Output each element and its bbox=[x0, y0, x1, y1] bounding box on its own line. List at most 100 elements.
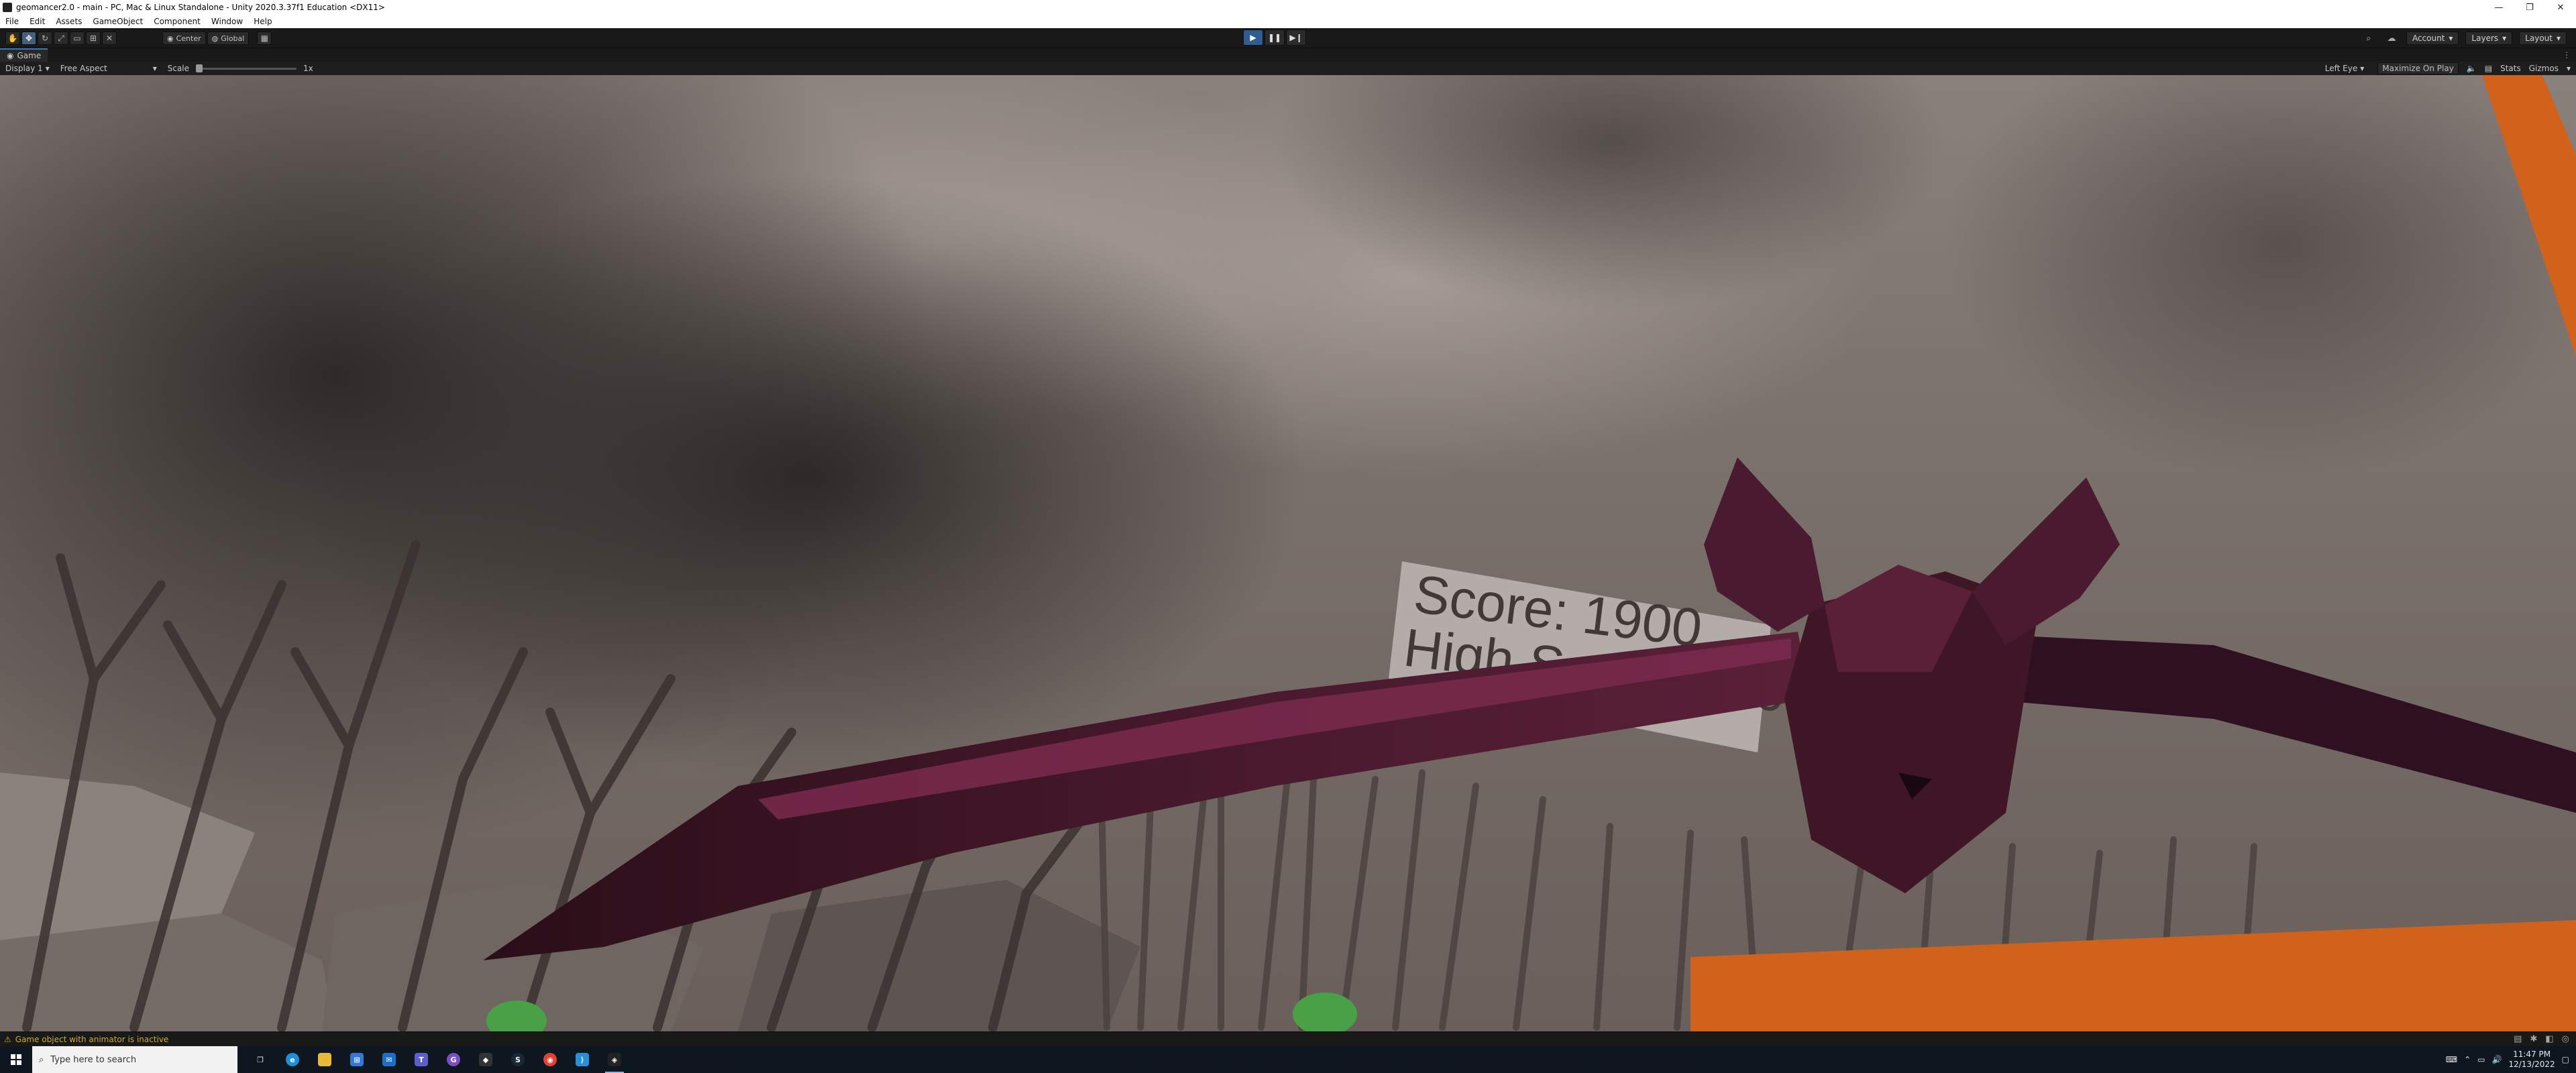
space-label: Global bbox=[221, 34, 245, 43]
cloud-icon[interactable]: ☁ bbox=[2383, 32, 2400, 45]
stats-toggle[interactable]: Stats bbox=[2500, 64, 2521, 73]
github-icon[interactable]: G bbox=[437, 1046, 470, 1073]
rotate-icon[interactable]: ↻ bbox=[38, 32, 52, 45]
aspect-dropdown[interactable]: Free Aspect ▾ bbox=[55, 64, 162, 73]
menu-file[interactable]: File bbox=[0, 17, 24, 26]
steam-icon[interactable]: S bbox=[502, 1046, 534, 1073]
play-icon[interactable]: ▶ bbox=[1243, 30, 1263, 46]
account-label: Account bbox=[2412, 34, 2445, 43]
menu-help[interactable]: Help bbox=[248, 17, 277, 26]
scale-slider[interactable] bbox=[196, 64, 297, 72]
file-explorer-icon[interactable] bbox=[309, 1046, 341, 1073]
move-icon[interactable]: ✥ bbox=[21, 32, 36, 45]
eye-dropdown[interactable]: Left Eye ▾ bbox=[2320, 64, 2370, 73]
volume-icon[interactable]: 🔊 bbox=[2492, 1055, 2502, 1064]
search-icon[interactable]: ⌕ bbox=[2361, 32, 2377, 45]
mail-icon[interactable]: ✉ bbox=[373, 1046, 405, 1073]
clock[interactable]: 11:47 PM 12/13/2022 bbox=[2508, 1050, 2555, 1070]
window-title: geomancer2.0 - main - PC, Mac & Linux St… bbox=[16, 3, 385, 12]
custom-tool-icon[interactable]: ✕ bbox=[102, 32, 117, 45]
game-view-toolbar: Display 1 ▾ Free Aspect ▾ Scale 1x Left Ey… bbox=[0, 62, 2576, 75]
clock-time: 11:47 PM bbox=[2513, 1050, 2551, 1059]
hand-icon[interactable]: ✋ bbox=[5, 32, 20, 45]
collab-icon[interactable]: ◎ bbox=[2562, 1034, 2569, 1044]
notification-icon[interactable]: ▢ bbox=[2562, 1055, 2569, 1064]
scale-control: Scale 1x bbox=[162, 64, 319, 73]
menu-component[interactable]: Component bbox=[148, 17, 206, 26]
menu-window[interactable]: Window bbox=[206, 17, 248, 26]
aspect-label: Free Aspect bbox=[60, 64, 107, 73]
tab-menu-icon[interactable]: ⋮ bbox=[2563, 50, 2571, 60]
pause-icon[interactable]: ❚❚ bbox=[1265, 30, 1285, 46]
search-icon: ⌕ bbox=[39, 1054, 44, 1065]
scale-label: Scale bbox=[167, 64, 190, 73]
unity-editor-icon[interactable]: ◈ bbox=[598, 1046, 631, 1073]
unity-hub-icon[interactable]: ◆ bbox=[470, 1046, 502, 1073]
pivot-tools: ◉ Center ◍ Global ▦ bbox=[162, 32, 272, 45]
display-label: Display 1 bbox=[5, 64, 43, 73]
vscode-icon[interactable]: ⟩ bbox=[566, 1046, 598, 1073]
transform-icon[interactable]: ⊞ bbox=[86, 32, 101, 45]
window-titlebar: geomancer2.0 - main - PC, Mac & Linux St… bbox=[0, 0, 2576, 15]
warning-icon: ⚠ bbox=[4, 1034, 11, 1044]
transform-tools: ✋ ✥ ↻ ⤢ ▭ ⊞ ✕ bbox=[5, 32, 117, 45]
display-dropdown[interactable]: Display 1 ▾ bbox=[0, 64, 55, 73]
network-icon[interactable]: ▭ bbox=[2477, 1055, 2485, 1064]
stats-display-icon[interactable]: ▤ bbox=[2485, 64, 2492, 73]
layers-dropdown[interactable]: Layers ▾ bbox=[2465, 32, 2513, 45]
scale-slider-knob[interactable] bbox=[196, 64, 203, 72]
task-view-icon[interactable]: ❐ bbox=[244, 1046, 276, 1073]
teams-icon[interactable]: T bbox=[405, 1046, 437, 1073]
start-button[interactable] bbox=[0, 1046, 32, 1073]
chevron-down-icon: ▾ bbox=[45, 64, 50, 73]
account-dropdown[interactable]: Account ▾ bbox=[2406, 32, 2459, 45]
chevron-down-icon: ▾ bbox=[2360, 64, 2365, 73]
menu-edit[interactable]: Edit bbox=[24, 17, 50, 26]
game-viewport[interactable]: Score: 1900 High Score: 70900 bbox=[0, 75, 2576, 1031]
globe-icon: ◍ bbox=[211, 34, 219, 43]
game-tab-bar: ◉ Game ⋮ bbox=[0, 48, 2576, 62]
status-message[interactable]: Game object with animator is inactive bbox=[15, 1035, 169, 1044]
toolbar-right: ⌕ ☁ Account ▾ Layers ▾ Layout ▾ bbox=[2361, 32, 2567, 45]
play-controls: ▶ ❚❚ ▶❙ bbox=[1243, 30, 1306, 46]
pivot-global-button[interactable]: ◍ Global bbox=[207, 32, 250, 45]
chevron-down-icon: ▾ bbox=[2556, 34, 2561, 43]
chevron-up-icon[interactable]: ⌃ bbox=[2464, 1055, 2471, 1064]
pivot-center-button[interactable]: ◉ Center bbox=[162, 32, 206, 45]
chevron-down-icon: ▾ bbox=[2502, 34, 2507, 43]
clock-date: 12/13/2022 bbox=[2508, 1060, 2555, 1069]
game-scene: Score: 1900 High Score: 70900 bbox=[0, 75, 2576, 1031]
maximize-on-play-toggle[interactable]: Maximize On Play bbox=[2377, 62, 2459, 74]
windows-logo-icon bbox=[11, 1054, 21, 1065]
menu-assets[interactable]: Assets bbox=[50, 17, 87, 26]
layers-label: Layers bbox=[2471, 34, 2499, 43]
minimize-button[interactable]: — bbox=[2483, 0, 2514, 15]
mute-icon[interactable]: 🔈 bbox=[2467, 64, 2477, 73]
bug-icon[interactable]: ✱ bbox=[2530, 1034, 2537, 1044]
menu-bar: File Edit Assets GameObject Component Wi… bbox=[0, 15, 2576, 28]
edge-icon[interactable]: e bbox=[276, 1046, 309, 1073]
tab-game[interactable]: ◉ Game bbox=[0, 48, 48, 62]
chevron-down-icon[interactable]: ▾ bbox=[2567, 64, 2571, 73]
gamepad-icon: ◉ bbox=[7, 51, 14, 60]
system-tray: ⌨ ⌃ ▭ 🔊 11:47 PM 12/13/2022 ▢ bbox=[2446, 1050, 2576, 1070]
restore-button[interactable]: ❐ bbox=[2514, 0, 2545, 15]
menu-gameobject[interactable]: GameObject bbox=[87, 17, 148, 26]
eye-label: Left Eye bbox=[2324, 64, 2358, 73]
grid-snap-icon[interactable]: ▦ bbox=[257, 32, 272, 45]
keyboard-icon[interactable]: ⌨ bbox=[2446, 1055, 2457, 1064]
taskbar-search[interactable]: ⌕ Type here to search bbox=[32, 1046, 237, 1073]
layout-label: Layout bbox=[2525, 34, 2553, 43]
scale-icon[interactable]: ⤢ bbox=[54, 32, 68, 45]
gizmos-toggle[interactable]: Gizmos bbox=[2529, 64, 2559, 73]
console-icon[interactable]: ▤ bbox=[2514, 1034, 2522, 1044]
rect-icon[interactable]: ▭ bbox=[70, 32, 85, 45]
step-icon[interactable]: ▶❙ bbox=[1286, 30, 1306, 46]
pivot-icon: ◉ bbox=[167, 34, 174, 43]
close-button[interactable]: ✕ bbox=[2545, 0, 2576, 15]
windows-taskbar: ⌕ Type here to search ❐ e ⊞ ✉ T G ◆ S ◉ … bbox=[0, 1046, 2576, 1073]
layers-icon[interactable]: ◧ bbox=[2545, 1034, 2553, 1044]
chrome-icon[interactable]: ◉ bbox=[534, 1046, 566, 1073]
layout-dropdown[interactable]: Layout ▾ bbox=[2519, 32, 2567, 45]
store-icon[interactable]: ⊞ bbox=[341, 1046, 373, 1073]
